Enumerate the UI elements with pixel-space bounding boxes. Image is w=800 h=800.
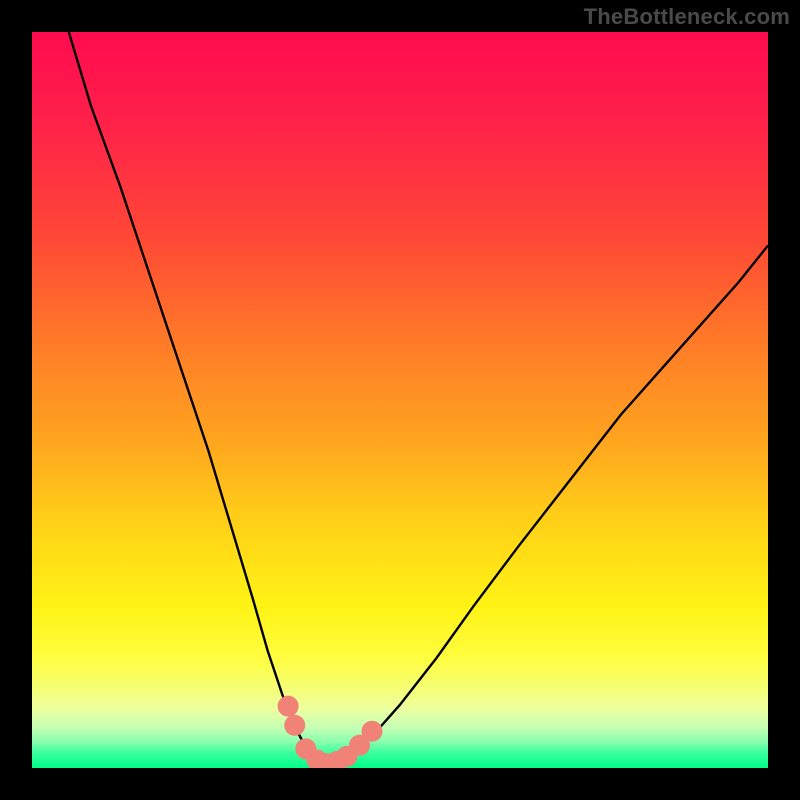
plot-area (32, 32, 768, 768)
markers-layer (32, 32, 768, 768)
chart-frame: TheBottleneck.com (0, 0, 800, 800)
marker-point (362, 721, 383, 742)
marker-point (278, 696, 299, 717)
marker-point (284, 715, 305, 736)
watermark-text: TheBottleneck.com (584, 4, 790, 30)
